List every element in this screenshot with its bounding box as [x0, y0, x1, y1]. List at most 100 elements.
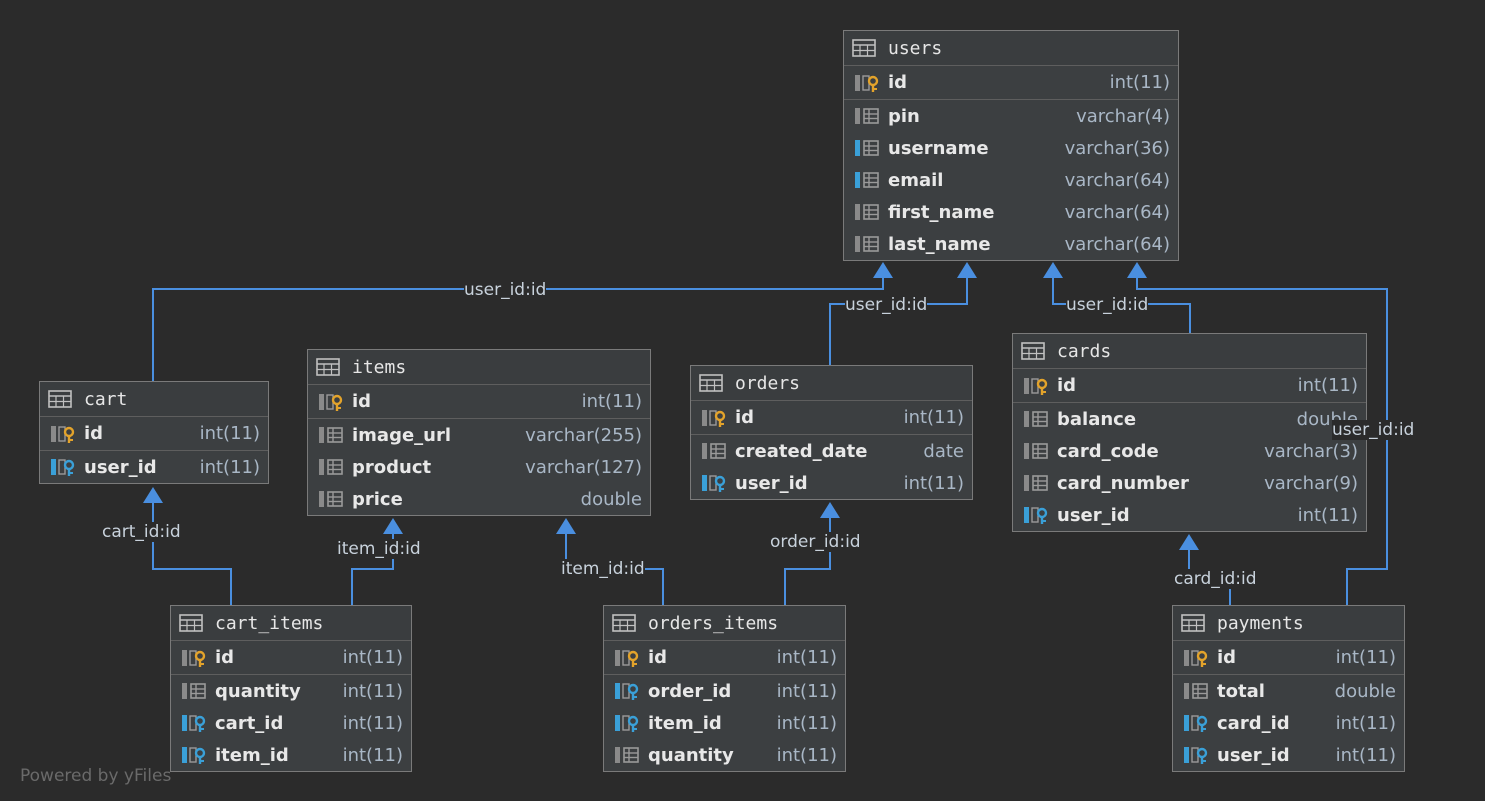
pk-icon	[1024, 377, 1048, 395]
column-row[interactable]: order_id int(11)	[604, 675, 845, 707]
column-type: int(11)	[776, 647, 837, 668]
column-type: varchar(9)	[1264, 472, 1358, 494]
edge-label-payments-users: user_id:id	[1332, 420, 1415, 440]
table-header[interactable]: cards	[1013, 334, 1366, 369]
column-row[interactable]: user_id int(11)	[1013, 499, 1366, 531]
fk-icon	[182, 715, 206, 732]
table-header[interactable]: cart_items	[171, 606, 411, 641]
column-row[interactable]: id int(11)	[1173, 641, 1404, 675]
edge-ordersitems-orders-arrowhead	[820, 502, 840, 518]
table-name: cart	[84, 388, 128, 410]
column-row[interactable]: user_id int(11)	[1173, 739, 1404, 771]
column-name: email	[888, 169, 944, 191]
table-header[interactable]: orders_items	[604, 606, 845, 641]
column-row[interactable]: id int(11)	[604, 641, 845, 675]
column-name: id	[648, 647, 668, 668]
pk-icon	[319, 393, 343, 411]
column-row[interactable]: price double	[308, 483, 650, 515]
column-type: int(11)	[776, 680, 837, 702]
column-row[interactable]: item_id int(11)	[604, 707, 845, 739]
column-row[interactable]: id int(11)	[171, 641, 411, 675]
column-name: card_code	[1057, 440, 1159, 462]
column-row[interactable]: card_number varchar(9)	[1013, 467, 1366, 499]
table-orders[interactable]: orders id int(11) created_date date user_id in…	[690, 365, 973, 500]
column-name: id	[84, 423, 104, 444]
column-row[interactable]: card_code varchar(3)	[1013, 435, 1366, 467]
table-header[interactable]: orders	[691, 366, 972, 401]
table-cards[interactable]: cards id int(11) balance double card_code varc…	[1012, 333, 1367, 532]
table-cart[interactable]: cart id int(11) user_id int(11)	[39, 381, 269, 484]
column-row[interactable]: id int(11)	[844, 66, 1178, 100]
column-row[interactable]: user_id int(11)	[40, 451, 268, 483]
column-type: int(11)	[776, 744, 837, 766]
column-row[interactable]: email varchar(64)	[844, 164, 1178, 196]
column-type: varchar(64)	[1064, 169, 1170, 191]
column-type: varchar(255)	[525, 424, 642, 446]
table-header[interactable]: items	[308, 350, 650, 385]
table-header[interactable]: users	[844, 31, 1178, 66]
column-type: int(11)	[199, 456, 260, 478]
fk-icon	[615, 715, 639, 732]
column-name: card_id	[1217, 712, 1290, 734]
column-row[interactable]: quantity int(11)	[604, 739, 845, 771]
column-icon	[182, 683, 206, 699]
edge-payments-cards-arrowhead	[1179, 534, 1199, 550]
table-header[interactable]: payments	[1173, 606, 1404, 641]
fk-icon	[702, 475, 726, 492]
column-row[interactable]: user_id int(11)	[691, 467, 972, 499]
column-name: price	[352, 488, 403, 510]
table-name: orders	[735, 372, 801, 394]
fk-icon	[615, 683, 639, 700]
column-row[interactable]: quantity int(11)	[171, 675, 411, 707]
column-row[interactable]: balance double	[1013, 403, 1366, 435]
pk-icon	[182, 649, 206, 667]
column-row[interactable]: image_url varchar(255)	[308, 419, 650, 451]
column-name: first_name	[888, 201, 995, 223]
column-row[interactable]: item_id int(11)	[171, 739, 411, 771]
column-row[interactable]: total double	[1173, 675, 1404, 707]
table-users[interactable]: users id int(11) pin varchar(4) username varch…	[843, 30, 1179, 261]
table-cart-items[interactable]: cart_items id int(11) quantity int(11) cart_i…	[170, 605, 412, 772]
column-icon	[1184, 683, 1208, 699]
column-row[interactable]: id int(11)	[691, 401, 972, 435]
edge-cart-users-arrowhead	[873, 262, 893, 278]
column-name: order_id	[648, 680, 732, 702]
column-row[interactable]: id int(11)	[40, 417, 268, 451]
table-icon	[1021, 342, 1045, 360]
column-row[interactable]: last_name varchar(64)	[844, 228, 1178, 260]
column-row[interactable]: first_name varchar(64)	[844, 196, 1178, 228]
column-type: varchar(64)	[1064, 201, 1170, 223]
column-type: int(11)	[342, 712, 403, 734]
column-name: image_url	[352, 424, 452, 446]
column-type: int(11)	[776, 712, 837, 734]
edge-cartitems-items-arrowhead	[383, 518, 403, 534]
edge-label-payments-cards: card_id:id	[1174, 569, 1257, 589]
edge-label-cards-users: user_id:id	[1066, 295, 1149, 315]
powered-by-footer: Powered by yFiles	[20, 766, 172, 786]
column-name: cart_id	[215, 712, 284, 734]
column-row[interactable]: card_id int(11)	[1173, 707, 1404, 739]
column-row[interactable]: created_date date	[691, 435, 972, 467]
column-row[interactable]: username varchar(36)	[844, 132, 1178, 164]
pk-icon	[1184, 649, 1208, 667]
column-name: id	[352, 391, 372, 412]
column-type: varchar(36)	[1064, 137, 1170, 159]
column-name: id	[1057, 375, 1077, 396]
column-row[interactable]: cart_id int(11)	[171, 707, 411, 739]
column-row[interactable]: product varchar(127)	[308, 451, 650, 483]
table-name: users	[888, 37, 943, 59]
column-row[interactable]: id int(11)	[1013, 369, 1366, 403]
column-icon	[1024, 443, 1048, 459]
column-row[interactable]: id int(11)	[308, 385, 650, 419]
table-payments[interactable]: payments id int(11) total double card_id int(1…	[1172, 605, 1405, 772]
column-name: id	[888, 72, 908, 93]
column-icon	[1024, 411, 1048, 427]
table-items[interactable]: items id int(11) image_url varchar(255) produ…	[307, 349, 651, 516]
column-icon	[702, 443, 726, 459]
edge-label-ordersitems-items: item_id:id	[561, 559, 645, 579]
table-header[interactable]: cart	[40, 382, 268, 417]
table-orders-items[interactable]: orders_items id int(11) order_id int(11) item…	[603, 605, 846, 772]
column-name: balance	[1057, 408, 1137, 430]
column-row[interactable]: pin varchar(4)	[844, 100, 1178, 132]
table-icon	[852, 39, 876, 57]
